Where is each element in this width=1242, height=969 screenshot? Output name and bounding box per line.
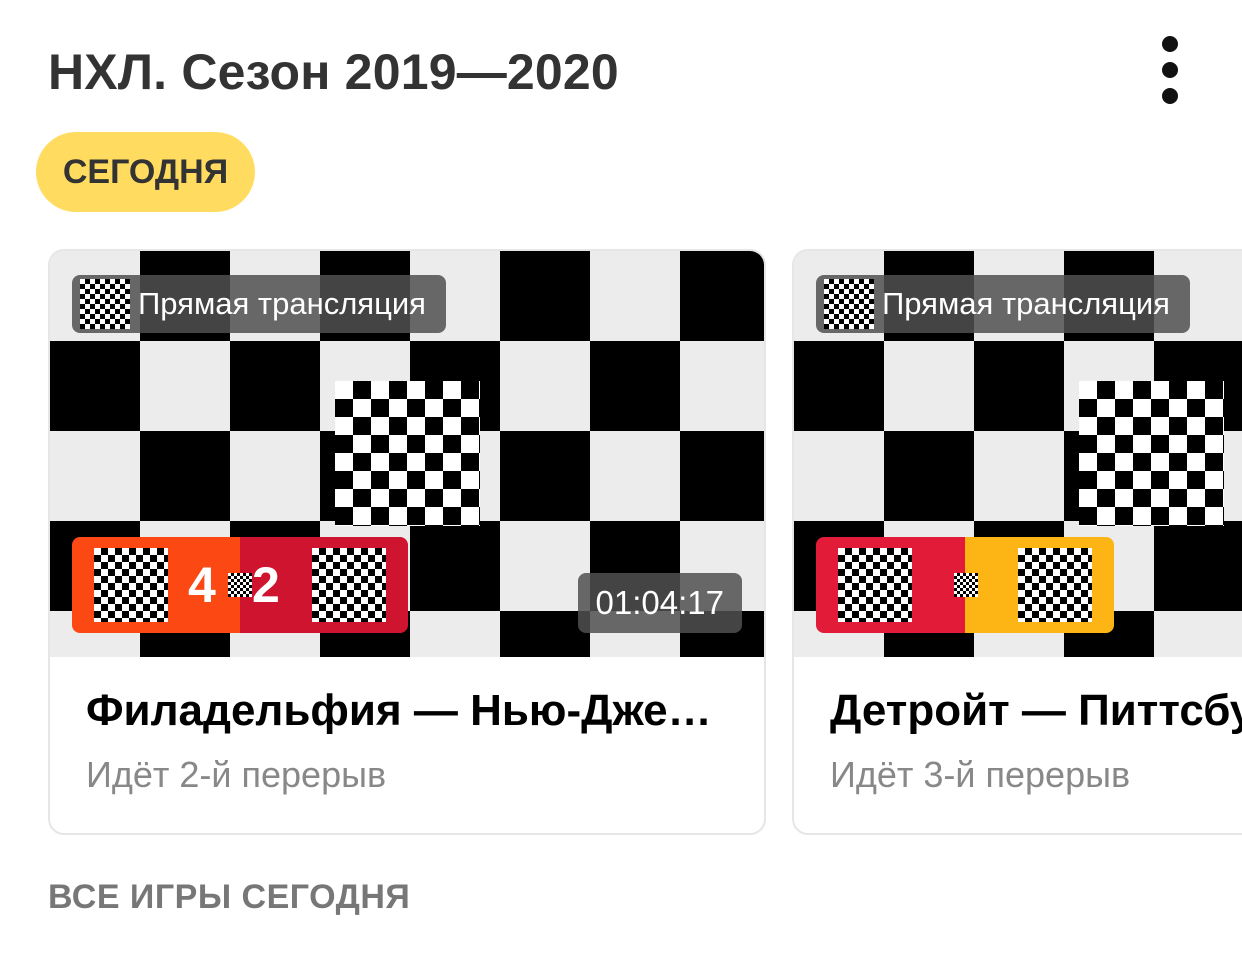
today-filter-chip[interactable]: СЕГОДНЯ <box>36 132 255 212</box>
live-badge: Прямая трансляция <box>816 275 1190 333</box>
vs-icon <box>954 573 978 597</box>
home-team-score <box>816 537 965 633</box>
vs-icon <box>228 573 252 597</box>
live-badge-label: Прямая трансляция <box>138 286 426 321</box>
page-title: НХЛ. Сезон 2019—2020 <box>48 44 619 100</box>
all-games-today-link[interactable]: ВСЕ ИГРЫ СЕГОДНЯ <box>48 878 410 917</box>
home-team-logo <box>838 548 912 622</box>
thumbnail-image <box>1079 381 1224 526</box>
stream-duration: 01:04:17 <box>577 573 742 633</box>
more-dot <box>1162 88 1178 104</box>
home-team-score: 4 <box>72 537 240 633</box>
more-dot <box>1162 36 1178 52</box>
scoreboard <box>816 537 1114 633</box>
header: НХЛ. Сезон 2019—2020 <box>48 36 1202 110</box>
away-team-logo <box>312 548 386 622</box>
game-title: Детройт — Питтсбург <box>830 686 1242 735</box>
home-score: 4 <box>188 557 216 613</box>
live-badge: Прямая трансляция <box>72 275 446 333</box>
more-dot <box>1162 62 1178 78</box>
game-title: Филадельфия — Нью-Джерси <box>86 686 728 735</box>
game-thumbnail: Прямая трансляция 4 2 01:04:17 <box>50 251 764 657</box>
game-thumbnail: Прямая трансляция <box>794 251 1242 657</box>
home-team-logo <box>94 548 168 622</box>
live-badge-label: Прямая трансляция <box>882 286 1170 321</box>
game-status: Идёт 2-й перерыв <box>86 754 387 795</box>
live-stream-icon <box>80 279 130 329</box>
game-status: Идёт 3-й перерыв <box>830 754 1131 795</box>
thumbnail-image <box>335 381 480 526</box>
game-card[interactable]: Прямая трансляция 4 2 01:04:17 Филадельф… <box>48 249 766 835</box>
page: НХЛ. Сезон 2019—2020 СЕГОДНЯ Прямая тран… <box>0 0 1242 969</box>
more-vertical-icon[interactable] <box>1148 32 1192 108</box>
away-team-score: 2 <box>240 537 408 633</box>
away-team-score <box>965 537 1114 633</box>
scoreboard: 4 2 <box>72 537 408 633</box>
game-card[interactable]: Прямая трансляция Детройт — Питтсбург Ид… <box>792 249 1242 835</box>
away-team-logo <box>1018 548 1092 622</box>
live-stream-icon <box>824 279 874 329</box>
away-score: 2 <box>252 557 280 613</box>
